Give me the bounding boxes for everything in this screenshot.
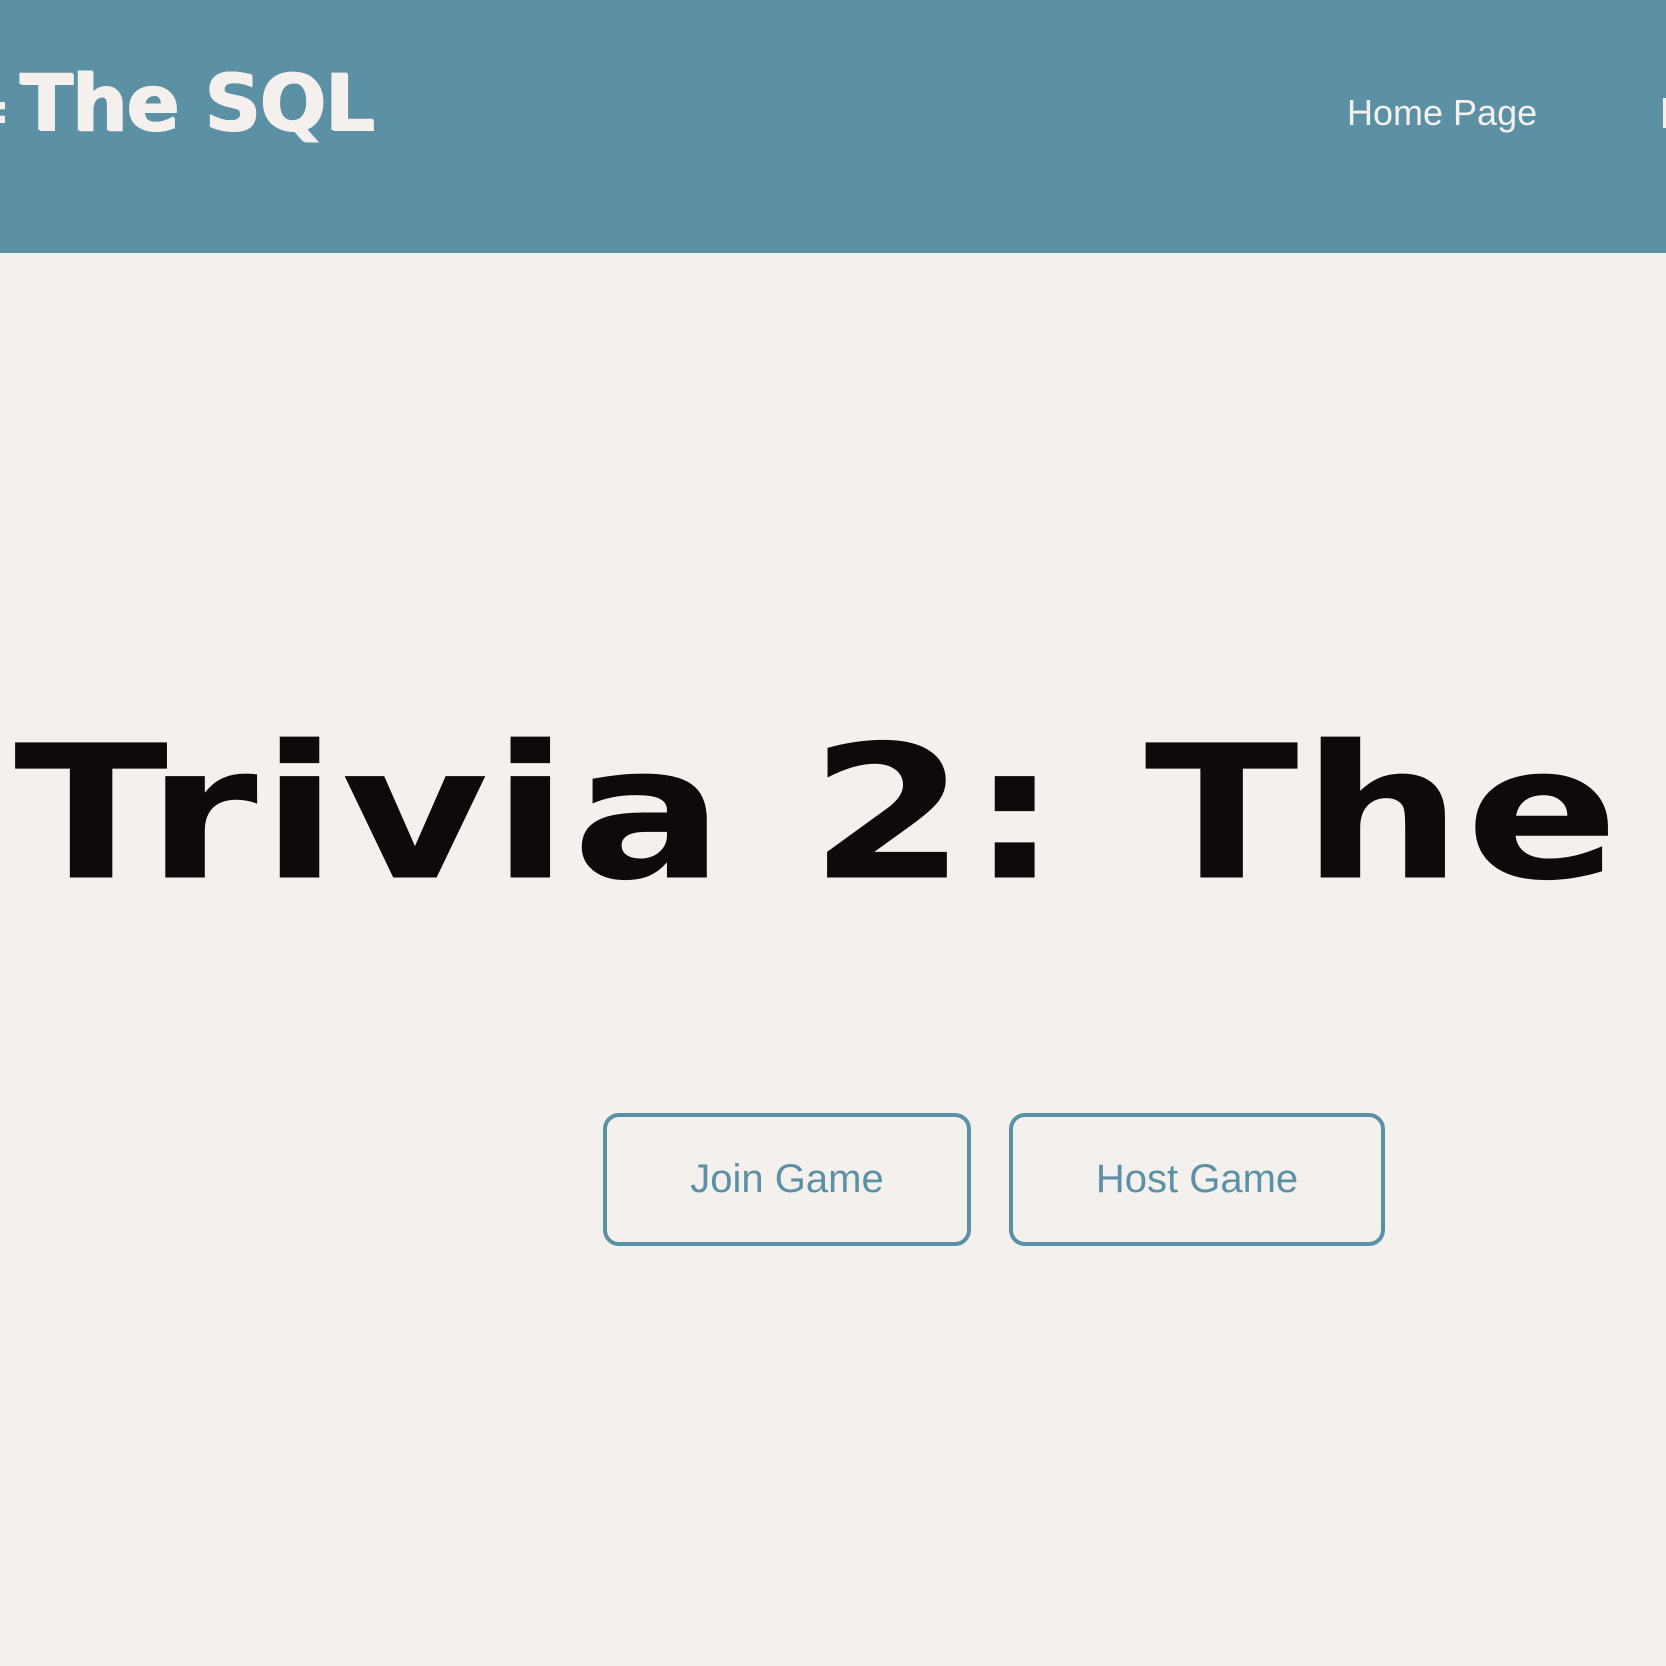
page-title: Trivia 2: The S — [14, 706, 1666, 922]
top-header: : The SQL Home Page — [0, 0, 1666, 253]
site-logo-text[interactable]: The SQL — [20, 54, 375, 154]
home-page-link[interactable]: Home Page — [1347, 89, 1537, 137]
main-content: Trivia 2: The S Join Game Host Game — [0, 253, 1666, 1666]
join-game-button[interactable]: Join Game — [603, 1113, 971, 1246]
header-edge-mark: : — [0, 90, 9, 130]
host-game-button[interactable]: Host Game — [1009, 1113, 1385, 1246]
page: : The SQL Home Page Trivia 2: The S Join… — [0, 0, 1666, 1666]
